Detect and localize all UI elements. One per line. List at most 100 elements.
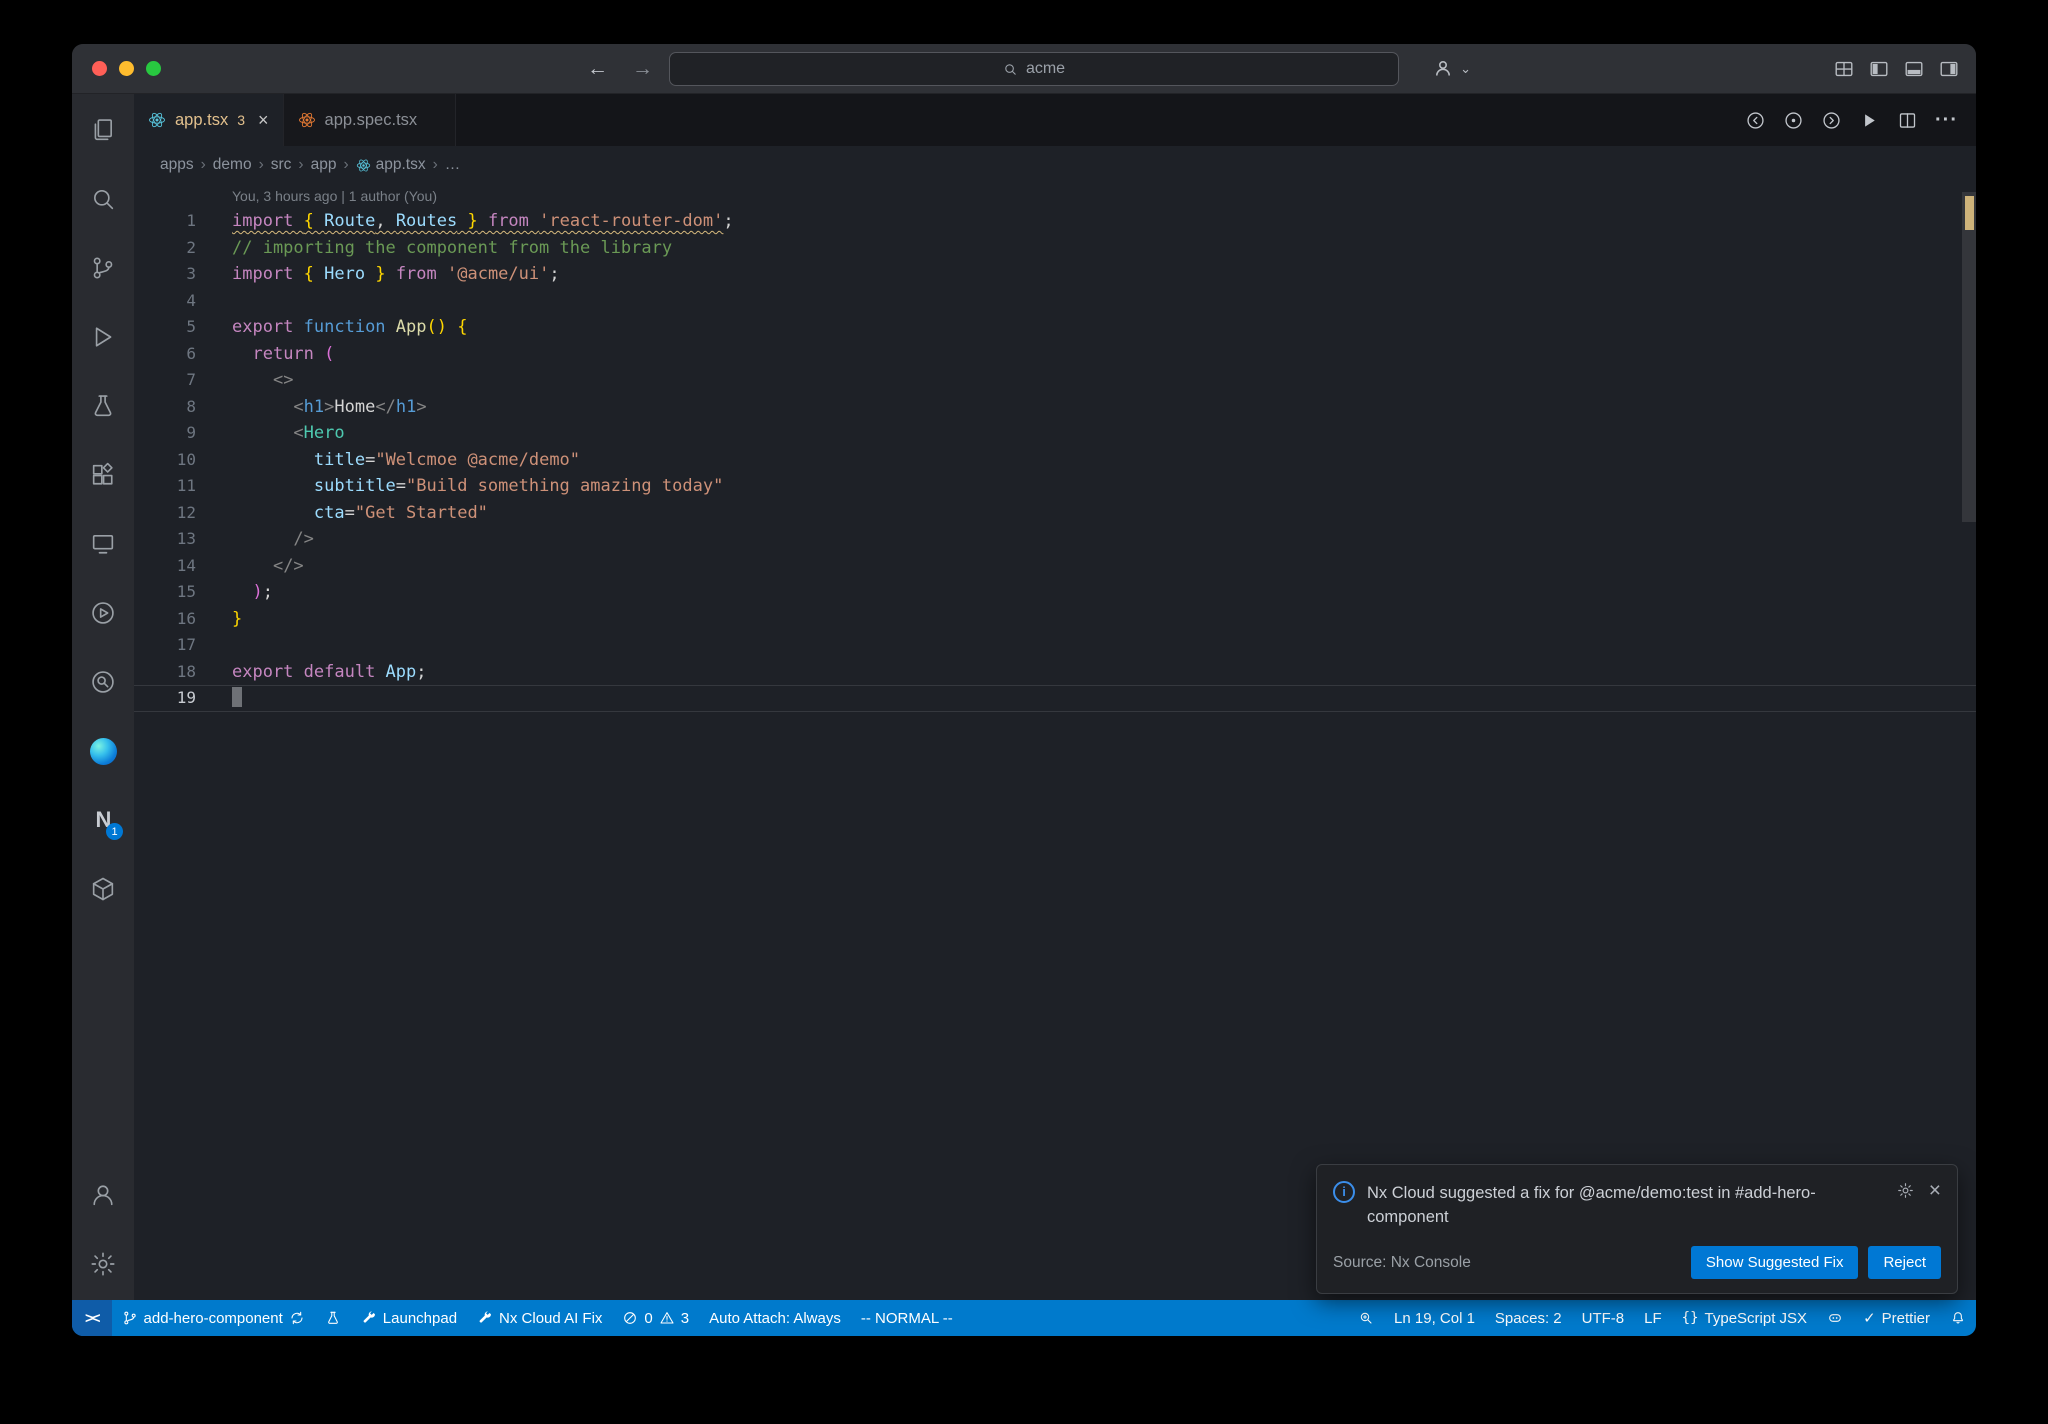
profile-menu[interactable]: ⌄ (1432, 57, 1471, 81)
code-line[interactable]: 15 ); (134, 579, 1976, 606)
indentation-item[interactable]: Spaces: 2 (1485, 1300, 1572, 1336)
show-suggested-fix-button[interactable]: Show Suggested Fix (1690, 1246, 1859, 1279)
nx-console-icon[interactable]: N 1 (79, 796, 127, 844)
layout-grid-icon[interactable] (1833, 58, 1855, 80)
code-line[interactable]: 19 (134, 685, 1976, 712)
search-icon[interactable] (79, 175, 127, 223)
nx-cloud-fix-item[interactable]: Nx Cloud AI Fix (467, 1300, 612, 1336)
sync-icon (289, 1310, 305, 1326)
breadcrumb-item[interactable]: demo (213, 156, 252, 174)
scrollbar-thumb[interactable] (1962, 192, 1976, 522)
code-line[interactable]: 16} (134, 606, 1976, 633)
minimize-window-button[interactable] (119, 61, 134, 76)
test-status-item[interactable] (315, 1300, 351, 1336)
go-back-icon[interactable]: ← (587, 57, 608, 81)
breadcrumb-item[interactable]: app (311, 156, 337, 174)
launchpad-item[interactable]: Launchpad (351, 1300, 467, 1336)
auto-attach-item[interactable]: Auto Attach: Always (699, 1300, 851, 1336)
notification-message: Nx Cloud suggested a fix for @acme/demo:… (1367, 1183, 1816, 1227)
code-token: import (232, 264, 304, 284)
code-line-content: <> (196, 367, 293, 394)
line-number: 6 (186, 343, 196, 363)
code-line[interactable]: 7 <> (134, 367, 1976, 394)
package-explorer-icon[interactable] (79, 865, 127, 913)
code-line[interactable]: 12 cta="Get Started" (134, 500, 1976, 527)
line-number: 5 (186, 317, 196, 336)
split-editor-icon[interactable] (1897, 110, 1918, 131)
notification-settings-gear-icon[interactable] (1896, 1181, 1915, 1200)
code-token: "Build something amazing today" (406, 476, 724, 496)
code-search-icon[interactable] (79, 658, 127, 706)
code-line[interactable]: 4 (134, 288, 1976, 315)
settings-gear-icon[interactable] (79, 1240, 127, 1288)
reject-button[interactable]: Reject (1868, 1246, 1941, 1279)
code-line[interactable]: 10 title="Welcmoe @acme/demo" (134, 447, 1976, 474)
language-mode-item[interactable]: {} TypeScript JSX (1672, 1300, 1817, 1336)
code-line[interactable]: 9 <Hero (134, 420, 1976, 447)
cursor-position-item[interactable]: Ln 19, Col 1 (1384, 1300, 1485, 1336)
problems-item[interactable]: 0 3 (612, 1300, 699, 1336)
code-token: ; (262, 582, 273, 602)
accounts-icon[interactable] (79, 1171, 127, 1219)
vim-mode-item[interactable]: -- NORMAL -- (851, 1300, 963, 1336)
panel-right-icon[interactable] (1938, 58, 1960, 80)
command-center-search[interactable]: acme (669, 52, 1399, 86)
close-tab-icon[interactable]: × (258, 110, 269, 131)
extensions-icon[interactable] (79, 451, 127, 499)
close-window-button[interactable] (92, 61, 107, 76)
code-line[interactable]: 11 subtitle="Build something amazing tod… (134, 473, 1976, 500)
source-control-icon[interactable] (79, 244, 127, 292)
run-debug-icon[interactable] (79, 313, 127, 361)
code-token: function (303, 317, 396, 337)
run-file-icon[interactable] (1859, 110, 1880, 131)
code-line[interactable]: 14 </> (134, 553, 1976, 580)
breadcrumb-item[interactable]: … (445, 156, 461, 174)
line-number: 12 (176, 502, 196, 522)
navigate-back-icon[interactable] (1745, 110, 1766, 131)
breakpoint-icon[interactable] (1783, 110, 1804, 131)
code-line[interactable]: 13 /> (134, 526, 1976, 553)
zoom-window-button[interactable] (146, 61, 161, 76)
notifications-bell-item[interactable] (1940, 1300, 1976, 1336)
code-token: </ (375, 396, 396, 417)
run-target-icon[interactable] (79, 589, 127, 637)
edge-browser-icon[interactable] (79, 727, 127, 775)
more-actions-icon[interactable]: ··· (1935, 109, 1958, 132)
code-line[interactable]: 3 import { Hero } from '@acme/ui'; (134, 261, 1976, 288)
code-line[interactable]: 17 (134, 632, 1976, 659)
breadcrumb-item[interactable]: src (271, 156, 292, 174)
tab-app-tsx[interactable]: app.tsx 3 × (134, 94, 284, 146)
codelens-blame[interactable]: You, 3 hours ago | 1 author (You) (134, 184, 1976, 208)
zoom-item[interactable] (1348, 1300, 1384, 1336)
go-forward-icon[interactable]: → (632, 57, 653, 81)
formatter-item[interactable]: ✓ Prettier (1853, 1300, 1940, 1336)
editor[interactable]: You, 3 hours ago | 1 author (You) 1 impor… (134, 184, 1976, 1300)
code-line[interactable]: 1 import { Route, Routes } from 'react-ro… (134, 208, 1976, 235)
vim-mode-label: -- NORMAL -- (860, 1309, 953, 1327)
code-line[interactable]: 6 return ( (134, 341, 1976, 368)
encoding-item[interactable]: UTF-8 (1572, 1300, 1635, 1336)
close-notification-icon[interactable]: × (1929, 1180, 1941, 1201)
tab-app-spec-tsx[interactable]: app.spec.tsx × (283, 94, 456, 146)
testing-icon[interactable] (79, 382, 127, 430)
code-line[interactable]: 2 // importing the component from the lib… (134, 235, 1976, 262)
navigate-forward-icon[interactable] (1821, 110, 1842, 131)
panel-left-icon[interactable] (1868, 58, 1890, 80)
git-branch-icon (122, 1310, 138, 1326)
remote-indicator[interactable]: >< (72, 1300, 112, 1336)
code-line[interactable]: 8 <h1>Home</h1> (134, 394, 1976, 421)
copilot-item[interactable] (1817, 1300, 1853, 1336)
explorer-icon[interactable] (79, 106, 127, 154)
breadcrumb-item[interactable]: app.tsx (356, 156, 426, 174)
breadcrumb-item[interactable]: apps (160, 156, 194, 174)
code-token: subtitle (313, 476, 396, 496)
remote-explorer-icon[interactable] (79, 520, 127, 568)
eol-item[interactable]: LF (1634, 1300, 1672, 1336)
code-line[interactable]: 5 export function App() { (134, 314, 1976, 341)
branch-item[interactable]: add-hero-component (112, 1300, 315, 1336)
line-number: 18 (176, 661, 196, 681)
code-line[interactable]: 18 export default App; (134, 659, 1976, 686)
panel-bottom-icon[interactable] (1903, 58, 1925, 80)
